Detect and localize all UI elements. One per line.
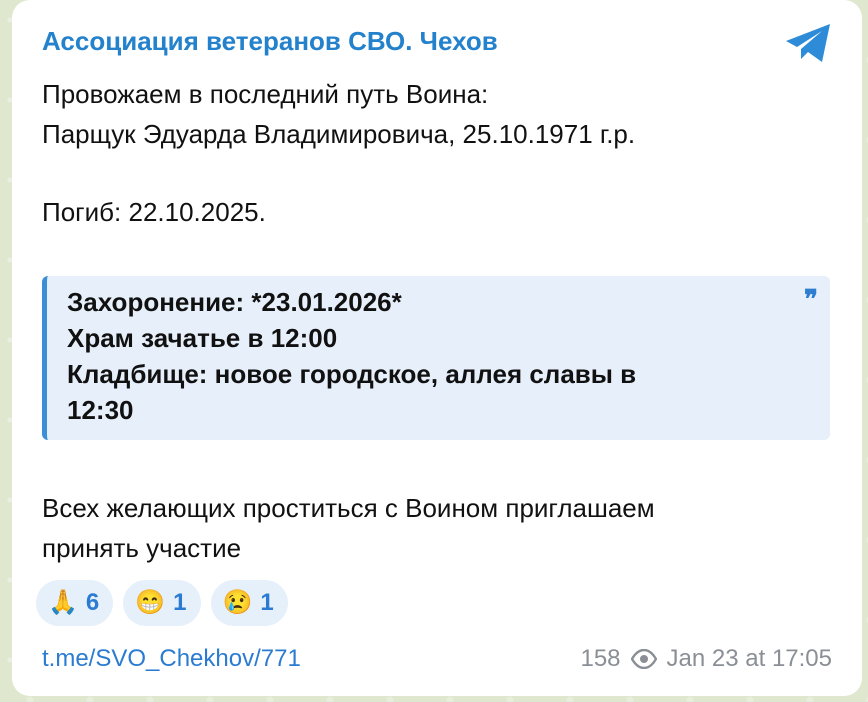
message-line: принять участие <box>42 533 242 563</box>
message-line: Провожаем в последний путь Воина: <box>42 79 489 109</box>
message-line: Парщук Эдуарда Владимировича, 25.10.1971… <box>42 119 636 149</box>
message-line: Всех желающих проститься с Воином пригла… <box>42 493 655 523</box>
grin-emoji-icon: 😁 <box>135 589 166 616</box>
quote-line: Храм зачатье в 12:00 <box>67 323 338 353</box>
eye-icon <box>630 649 657 669</box>
reaction-count: 1 <box>260 589 274 616</box>
message-line: Погиб: 22.10.2025. <box>42 197 266 227</box>
quote-line: 12:30 <box>67 395 134 425</box>
message-link[interactable]: t.me/SVO_Chekhov/771 <box>42 645 301 673</box>
reactions-bar: 🙏 6 😁 1 😢 1 <box>36 580 288 626</box>
reaction-grin[interactable]: 😁 1 <box>123 580 201 626</box>
message-card: Ассоциация ветеранов СВО. Чехов Провожае… <box>12 0 862 696</box>
quote-block: Захоронение: *23.01.2026* Храм зачатье в… <box>42 276 830 440</box>
quote-line: Захоронение: *23.01.2026* <box>67 287 402 317</box>
reaction-pray[interactable]: 🙏 6 <box>36 580 114 626</box>
message-meta: 158 Jan 23 at 17:05 <box>580 645 832 673</box>
quote-line: Кладбище: новое городское, аллея славы в <box>67 359 637 389</box>
reaction-cry[interactable]: 😢 1 <box>210 580 288 626</box>
reaction-count: 6 <box>85 589 100 616</box>
pray-emoji-icon: 🙏 <box>48 589 78 616</box>
views-count: 158 <box>580 645 621 672</box>
quote-icon: ❞ <box>804 284 818 314</box>
channel-title[interactable]: Ассоциация ветеранов СВО. Чехов <box>42 26 498 57</box>
telegram-icon[interactable] <box>784 22 834 64</box>
reaction-count: 1 <box>173 589 187 616</box>
cry-emoji-icon: 😢 <box>222 589 253 616</box>
timestamp: Jan 23 at 17:05 <box>666 645 832 672</box>
